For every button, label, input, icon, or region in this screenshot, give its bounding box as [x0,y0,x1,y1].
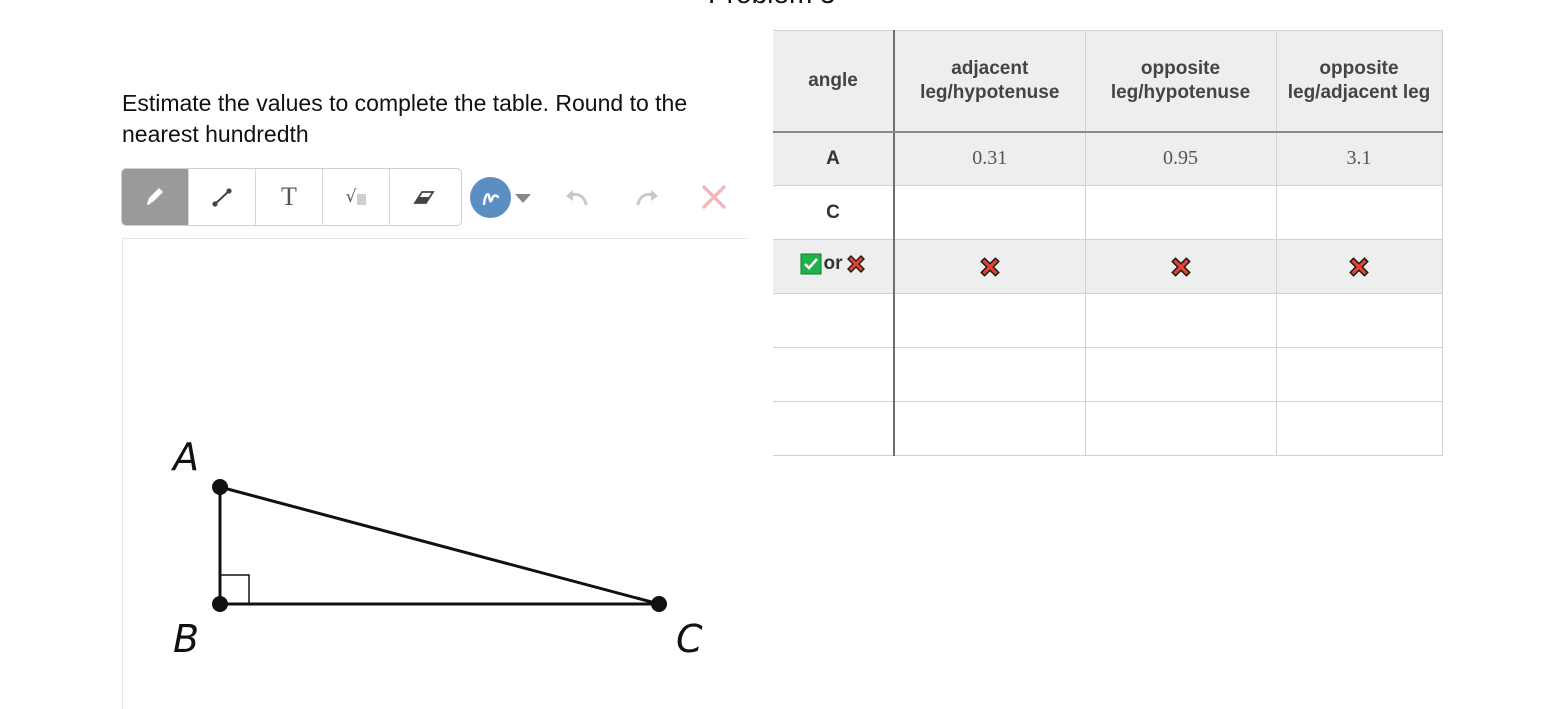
row-label-a: A [773,131,895,186]
trig-ratio-table: angle adjacent leg/hypotenuse opposite l… [773,30,1443,456]
header-angle: angle [773,30,895,133]
table-row [773,347,1443,402]
table-row: A 0.31 0.95 3.1 [773,131,1443,186]
redo-icon[interactable] [632,184,662,210]
red-x-icon [979,256,1000,277]
eraser-tool-button[interactable] [390,169,457,225]
cell-c-opposite-adjacent[interactable] [1275,185,1443,240]
red-x-icon [846,254,865,273]
or-text: or [823,252,843,274]
check-status-opposite-hypotenuse [1084,239,1277,294]
empty-cell[interactable] [893,293,1086,348]
empty-cell[interactable] [773,293,895,348]
empty-cell[interactable] [893,401,1086,456]
empty-cell[interactable] [1084,293,1277,348]
math-tool-button[interactable]: √ [323,169,390,225]
empty-cell[interactable] [1275,293,1443,348]
cell-a-opposite-adjacent[interactable]: 3.1 [1275,131,1443,186]
page-title: Problem 5 [708,0,836,10]
clear-x-icon[interactable] [700,183,728,211]
freehand-stroke-icon [482,192,499,205]
red-x-icon [1349,256,1369,277]
empty-cell[interactable] [893,347,1086,402]
vertex-label-c: C [676,617,703,661]
right-triangle-figure [212,479,667,612]
check-row-label: or [773,239,895,294]
check-status-opposite-adjacent [1275,239,1443,294]
chevron-down-icon[interactable] [514,193,532,205]
math-tool-icon: √ [346,187,367,207]
line-tool-button[interactable] [189,169,256,225]
drawing-canvas[interactable]: A B C [122,238,747,709]
line-segment-icon [212,188,232,207]
side-ac [219,485,660,606]
cell-c-adjacent-hypotenuse[interactable] [893,185,1086,240]
vertex-label-a: A [173,435,199,479]
check-row: or [773,239,1443,294]
green-check-icon [800,253,821,274]
table-row [773,293,1443,348]
empty-cell[interactable] [1084,401,1277,456]
eraser-icon [412,191,435,204]
text-tool-icon: T [281,182,297,211]
red-x-icon [1170,256,1191,277]
vertex-a-point [212,479,228,495]
empty-cell[interactable] [773,347,895,402]
pencil-icon [147,188,163,205]
row-label-c: C [773,185,895,240]
empty-cell[interactable] [1084,347,1277,402]
undo-icon[interactable] [562,184,592,210]
header-opposite-hypotenuse: opposite leg/hypotenuse [1084,30,1277,133]
cell-a-opposite-hypotenuse[interactable]: 0.95 [1084,131,1277,186]
cell-c-opposite-hypotenuse[interactable] [1084,185,1277,240]
instructions-text: Estimate the values to complete the tabl… [122,90,688,147]
empty-cell[interactable] [1275,347,1443,402]
empty-cell[interactable] [773,401,895,456]
empty-cell[interactable] [1275,401,1443,456]
table-row [773,401,1443,456]
table-row: C [773,185,1443,240]
vertex-label-b: B [173,617,200,661]
header-opposite-adjacent: opposite leg/adjacent leg [1275,30,1443,133]
text-tool-button[interactable]: T [256,169,323,225]
drawing-toolbar: T √ [121,168,462,226]
color-picker-button[interactable] [470,177,511,218]
vertex-c-point [651,596,667,612]
cell-a-adjacent-hypotenuse[interactable]: 0.31 [893,131,1086,186]
check-status-adjacent-hypotenuse [893,239,1086,294]
vertex-b-point [212,596,228,612]
pencil-tool-button[interactable] [122,169,189,225]
header-adjacent-hypotenuse: adjacent leg/hypotenuse [893,30,1086,133]
